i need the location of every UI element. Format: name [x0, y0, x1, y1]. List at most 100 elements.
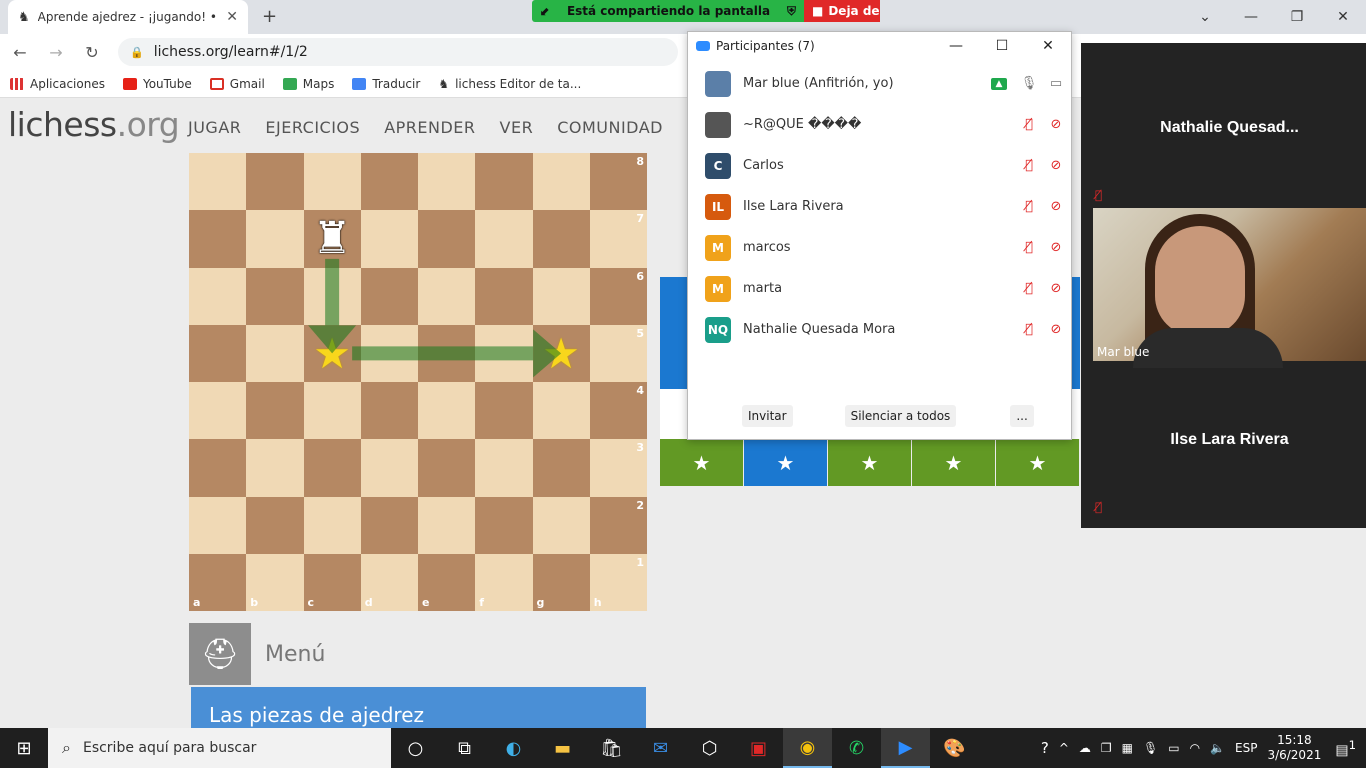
- square-h1[interactable]: 1h: [589, 553, 647, 611]
- square-d7[interactable]: [360, 210, 418, 268]
- video-off-icon[interactable]: ⊘: [1041, 281, 1071, 296]
- close-tab-icon[interactable]: ✕: [226, 9, 238, 25]
- square-d5[interactable]: [360, 324, 418, 382]
- chrome-icon[interactable]: ◉: [783, 728, 832, 768]
- square-c8[interactable]: [303, 153, 361, 211]
- bookmark-apps[interactable]: Aplicaciones: [10, 77, 105, 91]
- nav-jugar[interactable]: JUGAR: [188, 118, 241, 137]
- section-chess-pieces[interactable]: Las piezas de ajedrez: [191, 687, 646, 729]
- video-icon[interactable]: ▭: [1041, 76, 1071, 91]
- square-f1[interactable]: f: [475, 553, 533, 611]
- site-logo[interactable]: lichess.org: [8, 105, 180, 144]
- square-c3[interactable]: [303, 439, 361, 497]
- lesson-stage-star-icon[interactable]: ★: [744, 439, 827, 486]
- square-d6[interactable]: [360, 267, 418, 325]
- lesson-stage-star-icon[interactable]: ★: [660, 439, 743, 486]
- video-off-icon[interactable]: ⊘: [1041, 158, 1071, 173]
- square-b2[interactable]: [246, 496, 304, 554]
- video-tile-ilse[interactable]: Ilse Lara Rivera: [1093, 363, 1366, 516]
- network-icon[interactable]: ▦: [1122, 741, 1133, 755]
- office-icon[interactable]: ⬡: [685, 728, 734, 768]
- muted-mic-icon[interactable]: 🎙̸: [1017, 240, 1041, 255]
- video-off-icon[interactable]: ⊘: [1041, 117, 1071, 132]
- square-h7[interactable]: 7: [589, 210, 647, 268]
- square-b5[interactable]: [246, 324, 304, 382]
- muted-mic-icon[interactable]: 🎙̸: [1017, 199, 1041, 214]
- profile-menu-icon[interactable]: ⌄: [1182, 9, 1228, 25]
- square-f7[interactable]: [475, 210, 533, 268]
- nav-aprender[interactable]: APRENDER: [384, 118, 475, 137]
- reload-icon[interactable]: ↻: [76, 43, 108, 62]
- square-f3[interactable]: [475, 439, 533, 497]
- participant-row[interactable]: NQ Nathalie Quesada Mora 🎙̸ ⊘: [688, 309, 1071, 350]
- bookmark-maps[interactable]: Maps: [282, 77, 334, 91]
- square-h5[interactable]: 5: [589, 324, 647, 382]
- forward-icon[interactable]: →: [40, 43, 72, 62]
- browser-tab[interactable]: ♞ Aprende ajedrez - ¡jugando! • lic ✕: [8, 0, 248, 34]
- square-g7[interactable]: [532, 210, 590, 268]
- square-a2[interactable]: [189, 496, 247, 554]
- square-a6[interactable]: [189, 267, 247, 325]
- video-tile-nathalie[interactable]: Nathalie Quesad...: [1093, 43, 1366, 196]
- invite-button[interactable]: Invitar: [742, 405, 793, 427]
- mute-all-button[interactable]: Silenciar a todos: [844, 405, 957, 427]
- address-bar[interactable]: 🔒 lichess.org/learn#/1/2: [118, 38, 678, 66]
- lesson-stage-star-icon[interactable]: ★: [996, 439, 1079, 486]
- minimize-icon[interactable]: —: [933, 38, 979, 54]
- close-window-icon[interactable]: ✕: [1320, 9, 1366, 25]
- zoom-app-icon[interactable]: ▶: [881, 728, 930, 768]
- clock[interactable]: 15:18 3/6/2021: [1267, 733, 1321, 763]
- taskbar-search[interactable]: ⌕ Escribe aquí para buscar: [48, 728, 391, 768]
- video-off-icon[interactable]: ⊘: [1041, 322, 1071, 337]
- square-e2[interactable]: [418, 496, 476, 554]
- minimize-icon[interactable]: —: [1228, 9, 1274, 25]
- square-g2[interactable]: [532, 496, 590, 554]
- menu-header[interactable]: ⛑ Menú: [189, 623, 647, 685]
- participant-row[interactable]: Mmarta 🎙̸ ⊘: [688, 268, 1071, 309]
- video-off-icon[interactable]: ⊘: [1041, 199, 1071, 214]
- file-explorer-icon[interactable]: ▬: [538, 728, 587, 768]
- bookmark-translate[interactable]: Traducir: [352, 77, 420, 91]
- square-h2[interactable]: 2: [589, 496, 647, 554]
- muted-mic-icon[interactable]: 🎙̸: [1017, 322, 1041, 337]
- square-d3[interactable]: [360, 439, 418, 497]
- stop-share-button[interactable]: ■ Deja de: [804, 0, 880, 22]
- lesson-stage-star-icon[interactable]: ★: [912, 439, 995, 486]
- participant-row[interactable]: IL Ilse Lara Rivera 🎙̸ ⊘: [688, 186, 1071, 227]
- square-b6[interactable]: [246, 267, 304, 325]
- square-a8[interactable]: [189, 153, 247, 211]
- square-a3[interactable]: [189, 439, 247, 497]
- square-b3[interactable]: [246, 439, 304, 497]
- back-icon[interactable]: ←: [4, 43, 36, 62]
- participant-row[interactable]: ~R@QUE ���� 🎙̸ ⊘: [688, 104, 1071, 145]
- square-f5[interactable]: [475, 324, 533, 382]
- restore-icon[interactable]: ❐: [1274, 9, 1320, 25]
- video-off-icon[interactable]: ⊘: [1041, 240, 1071, 255]
- square-c4[interactable]: [303, 382, 361, 440]
- square-f4[interactable]: [475, 382, 533, 440]
- volume-icon[interactable]: 🔈: [1210, 741, 1225, 755]
- square-d4[interactable]: [360, 382, 418, 440]
- square-e5[interactable]: [418, 324, 476, 382]
- square-e4[interactable]: [418, 382, 476, 440]
- muted-mic-icon[interactable]: 🎙̸: [1017, 281, 1041, 296]
- square-a5[interactable]: [189, 324, 247, 382]
- store-icon[interactable]: 🛍: [587, 728, 636, 768]
- square-f6[interactable]: [475, 267, 533, 325]
- square-g1[interactable]: g: [532, 553, 590, 611]
- participant-row[interactable]: Mar blue (Anfitrión, yo) ▲ 🎙 ▭: [688, 63, 1071, 104]
- video-tile-mar-blue[interactable]: Mar blue: [1093, 208, 1366, 368]
- square-c5[interactable]: ★: [303, 324, 361, 382]
- square-a1[interactable]: a: [189, 553, 247, 611]
- microphone-icon[interactable]: 🎙: [1143, 741, 1158, 755]
- paint-icon[interactable]: 🎨: [930, 728, 979, 768]
- pdf-reader-icon[interactable]: ▣: [734, 728, 783, 768]
- action-center-icon[interactable]: ▤1: [1335, 738, 1356, 759]
- square-d1[interactable]: d: [360, 553, 418, 611]
- show-hidden-icons[interactable]: ^: [1059, 741, 1069, 755]
- square-e6[interactable]: [418, 267, 476, 325]
- square-e7[interactable]: [418, 210, 476, 268]
- square-h3[interactable]: 3: [589, 439, 647, 497]
- square-f2[interactable]: [475, 496, 533, 554]
- mic-icon[interactable]: 🎙: [1017, 76, 1041, 91]
